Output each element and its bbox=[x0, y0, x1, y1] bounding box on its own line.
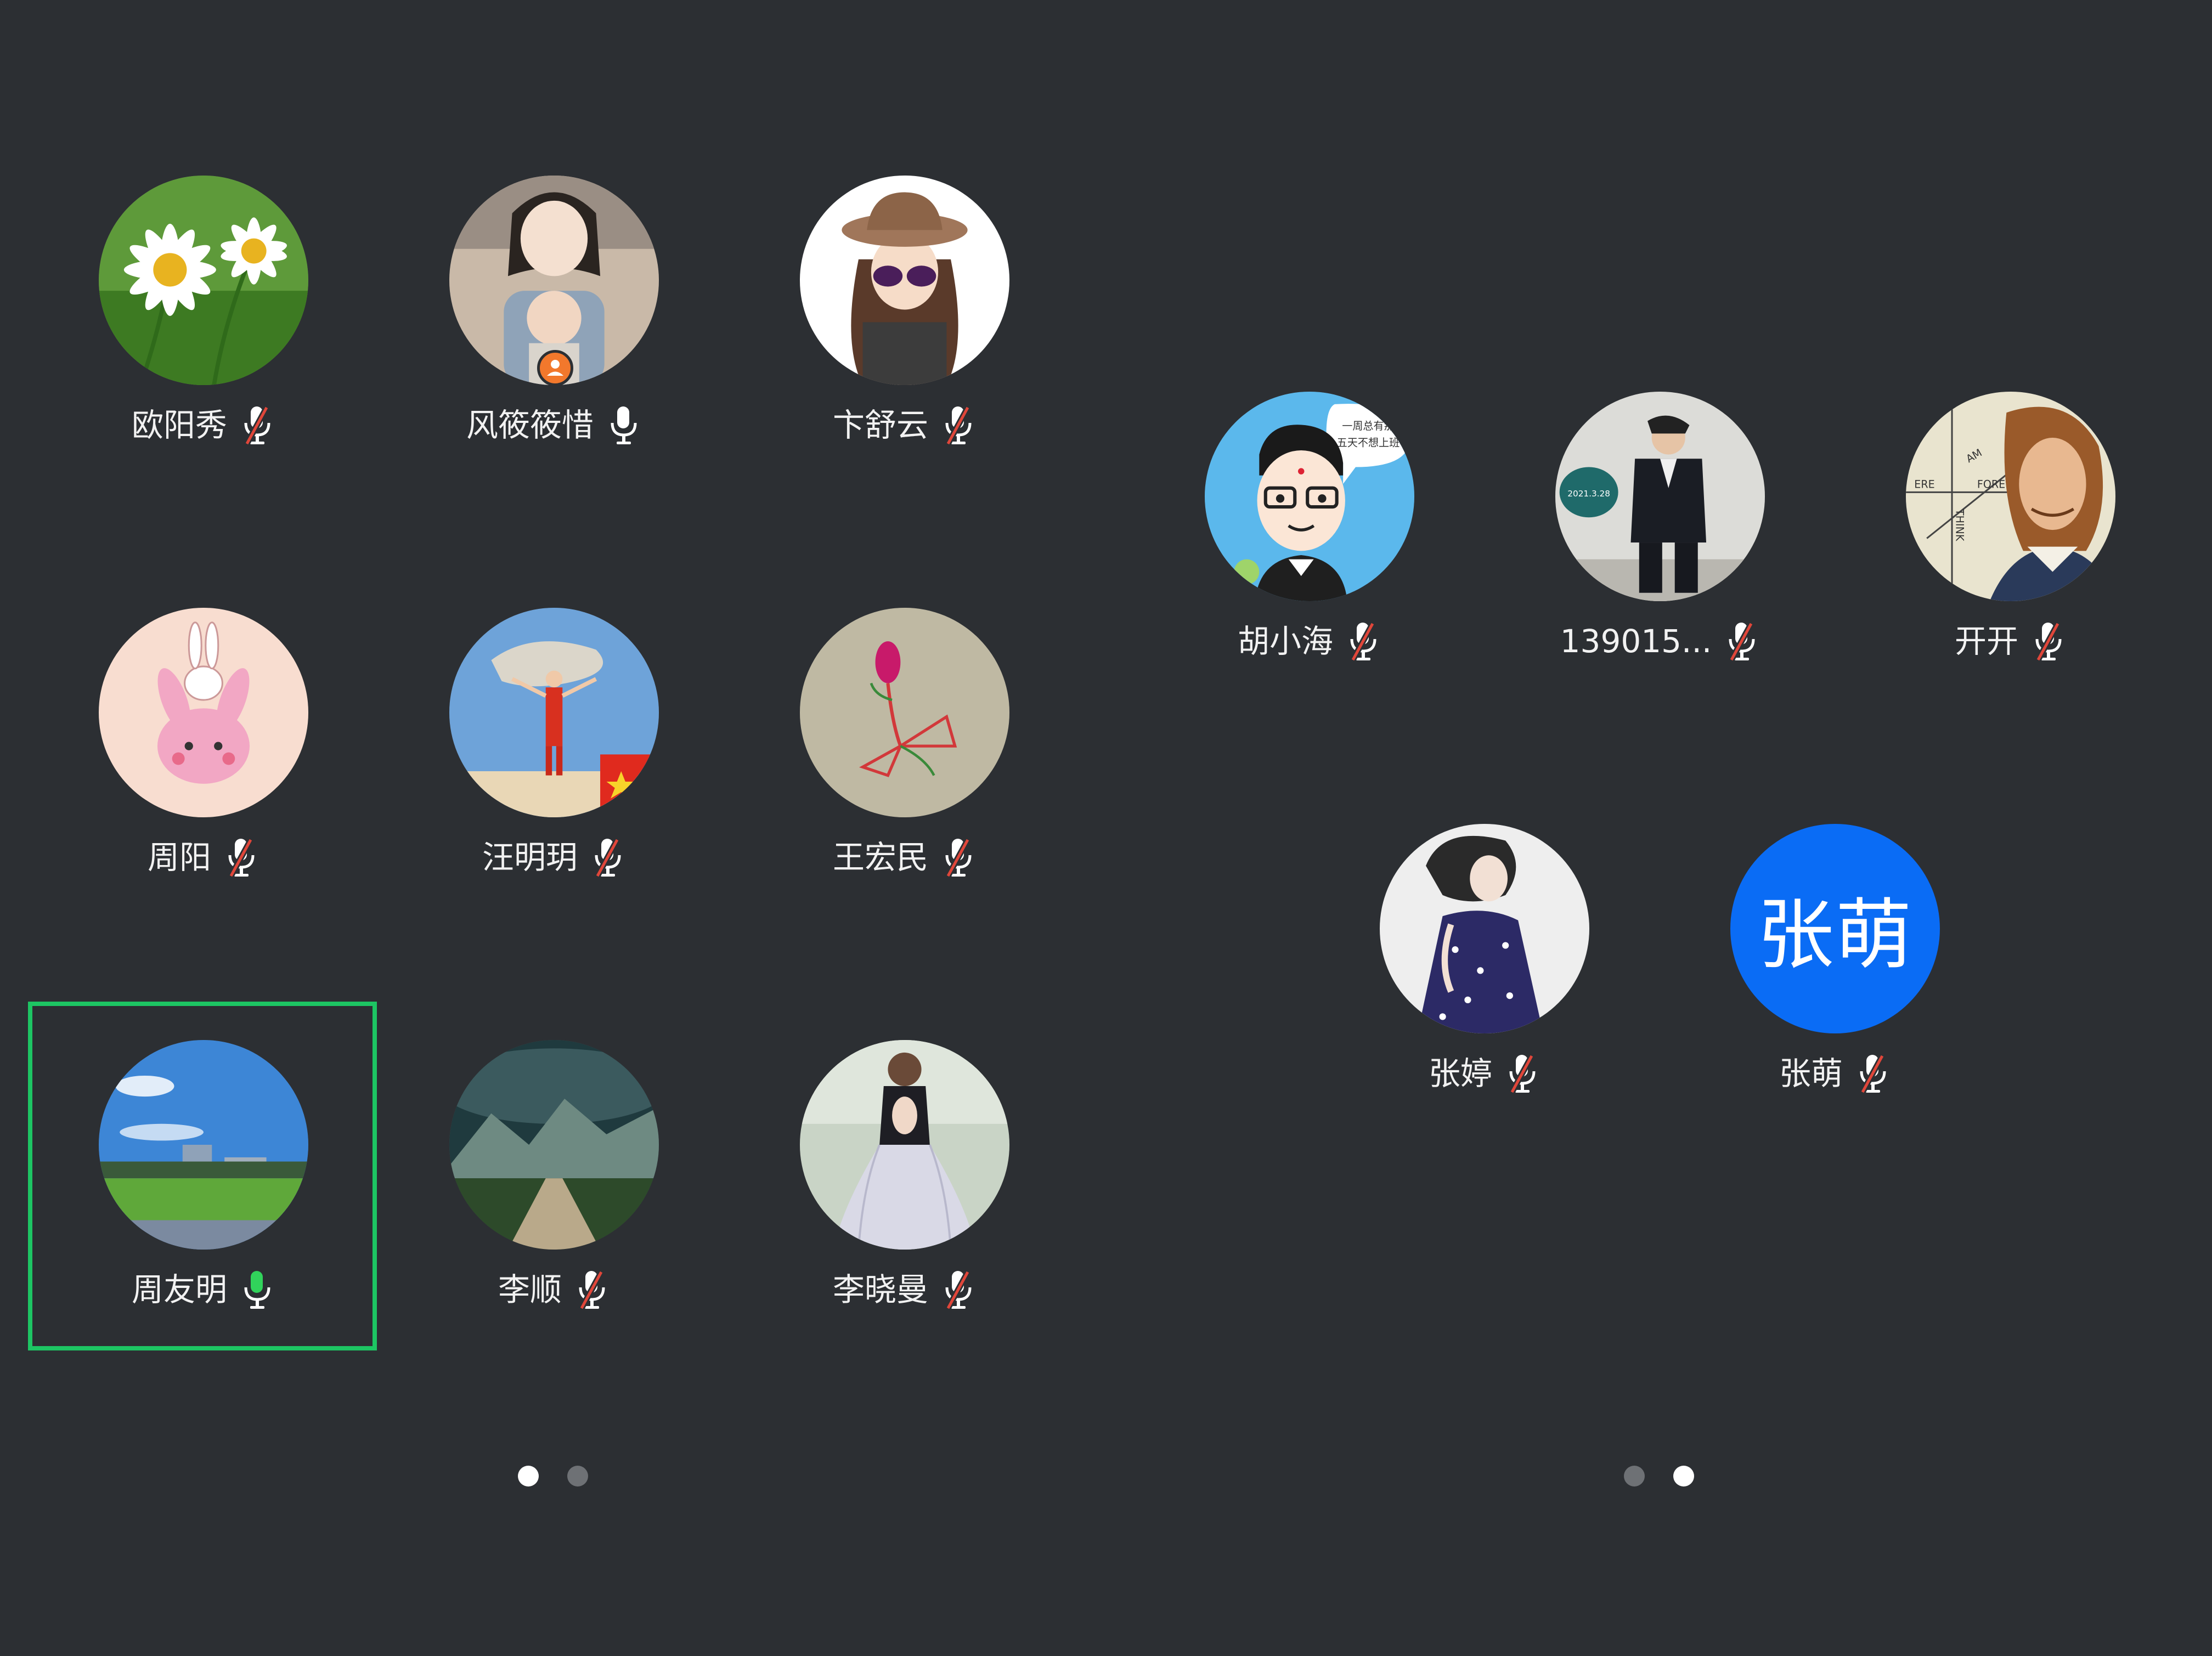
participant-name: 周友明 bbox=[131, 1271, 227, 1308]
participant-name: 张婷 bbox=[1428, 1055, 1492, 1092]
participant-tile[interactable]: 卞舒云 bbox=[729, 176, 1080, 516]
participant-name-row: 王宏民 bbox=[729, 827, 1080, 888]
pink-bunny-cartoon-avatar bbox=[99, 608, 308, 817]
flower-drawing-avatar bbox=[800, 608, 1009, 817]
badge-date-text: 2021.3.28 bbox=[1567, 489, 1610, 499]
participant-name-row: 周阳 bbox=[28, 827, 379, 888]
participant-name-row: 风筱筱惜 bbox=[379, 395, 730, 455]
bubble-text-line: 五天不想上班 bbox=[1337, 436, 1400, 449]
daisy-photo-avatar bbox=[99, 176, 308, 385]
bubble-text-line: 一周总有那 bbox=[1342, 420, 1394, 432]
participant-name-row: 汪明玥 bbox=[379, 827, 730, 888]
host-person-icon bbox=[537, 350, 573, 386]
participant-name: 张萌 bbox=[1779, 1055, 1843, 1092]
participant-name-row: 李顺 bbox=[379, 1259, 730, 1320]
participant-tile[interactable]: 张萌 张萌 bbox=[1660, 824, 2011, 1164]
participant-tile[interactable]: 王宏民 bbox=[729, 608, 1080, 948]
participant-name-row: 周友明 bbox=[28, 1259, 379, 1320]
participant-name: 风筱筱惜 bbox=[466, 406, 594, 444]
participant-tile[interactable]: 汪明玥 bbox=[379, 608, 730, 948]
participant-tile[interactable]: 风筱筱惜 bbox=[379, 176, 730, 516]
participant-name-row: 张萌 bbox=[1660, 1043, 2011, 1104]
glasses-boy-cartoon-avatar: 一周总有那 五天不想上班 bbox=[1205, 392, 1414, 601]
participant-name: 欧阳秀 bbox=[131, 406, 227, 444]
mic-muted-icon bbox=[2030, 619, 2067, 663]
mic-muted-icon bbox=[1855, 1052, 1891, 1095]
meeting-gallery-view: 欧阳秀 风筱筱惜 卞舒云 周阳 汪明玥 王宏民 周友明 李顺 李晓曼 一周总有那… bbox=[0, 0, 2212, 1656]
storm-mountain-road-avatar bbox=[449, 1040, 659, 1250]
mic-speaking-icon bbox=[239, 1268, 275, 1312]
page-dot-active[interactable] bbox=[1673, 1466, 1694, 1487]
participant-name: 139015... bbox=[1560, 623, 1712, 660]
participant-name-row: 139015... bbox=[1485, 611, 1836, 671]
lace-dress-photo-avatar bbox=[800, 1040, 1009, 1250]
mic-muted-icon bbox=[590, 835, 626, 879]
page-dot[interactable] bbox=[1624, 1466, 1645, 1487]
campus-sky-photo-avatar bbox=[99, 1040, 308, 1250]
mic-muted-icon bbox=[239, 403, 275, 447]
mic-muted-icon bbox=[940, 1268, 977, 1312]
participant-name: 李晓曼 bbox=[832, 1271, 928, 1308]
page-indicator bbox=[518, 1466, 588, 1489]
participant-name: 开开 bbox=[1954, 623, 2018, 660]
portrait-word: THINK bbox=[1954, 508, 1966, 541]
mic-muted-icon bbox=[1724, 619, 1760, 663]
participant-name: 王宏民 bbox=[832, 839, 928, 876]
descartes-portrait-avatar: ERE AM FORE THINK bbox=[1906, 392, 2115, 601]
participant-name-row: 李晓曼 bbox=[729, 1259, 1080, 1320]
participant-name-row: 卞舒云 bbox=[729, 395, 1080, 455]
participant-name: 李顺 bbox=[498, 1271, 562, 1308]
participant-tile[interactable]: 欧阳秀 bbox=[28, 176, 379, 516]
participant-tile[interactable]: 一周总有那 五天不想上班 胡小海 bbox=[1134, 392, 1485, 732]
participant-tile[interactable]: ERE AM FORE THINK 开开 bbox=[1835, 392, 2186, 732]
mic-muted-icon bbox=[1504, 1052, 1541, 1095]
page-dot[interactable] bbox=[567, 1466, 588, 1487]
man-in-suit-photo-avatar: 2021.3.28 bbox=[1555, 392, 1765, 601]
participant-name: 胡小海 bbox=[1237, 623, 1333, 660]
participant-name-row: 胡小海 bbox=[1134, 611, 1485, 671]
mic-muted-icon bbox=[223, 835, 259, 879]
initials-avatar: 张萌 bbox=[1730, 824, 1940, 1033]
participant-name-row: 张婷 bbox=[1309, 1043, 1660, 1104]
participant-tile[interactable]: 张婷 bbox=[1309, 824, 1660, 1164]
page-dot-active[interactable] bbox=[518, 1466, 539, 1487]
mic-muted-icon bbox=[1345, 619, 1381, 663]
participant-name-row: 开开 bbox=[1835, 611, 2186, 671]
participant-tile[interactable]: 周友明 bbox=[28, 1040, 379, 1380]
mic-muted-icon bbox=[940, 835, 977, 879]
mic-muted-icon bbox=[940, 403, 977, 447]
participant-tile[interactable]: 周阳 bbox=[28, 608, 379, 948]
participant-tile[interactable]: 2021.3.28 139015... bbox=[1485, 392, 1836, 732]
participant-name-row: 欧阳秀 bbox=[28, 395, 379, 455]
girl-polka-dress-avatar bbox=[1380, 824, 1589, 1033]
portrait-word: FORE bbox=[1977, 478, 2005, 491]
participant-name: 卞舒云 bbox=[832, 406, 928, 444]
participant-tile[interactable]: 李顺 bbox=[379, 1040, 730, 1380]
participant-name: 汪明玥 bbox=[482, 839, 578, 876]
participant-name: 周阳 bbox=[147, 839, 211, 876]
portrait-word: ERE bbox=[1914, 478, 1934, 491]
participant-tile[interactable]: 李晓曼 bbox=[729, 1040, 1080, 1380]
mic-on-icon bbox=[606, 403, 642, 447]
page-indicator bbox=[1624, 1466, 1694, 1489]
desert-pose-photo-avatar bbox=[449, 608, 659, 817]
mic-muted-icon bbox=[574, 1268, 610, 1312]
girl-sunglasses-cartoon-avatar bbox=[800, 176, 1009, 385]
